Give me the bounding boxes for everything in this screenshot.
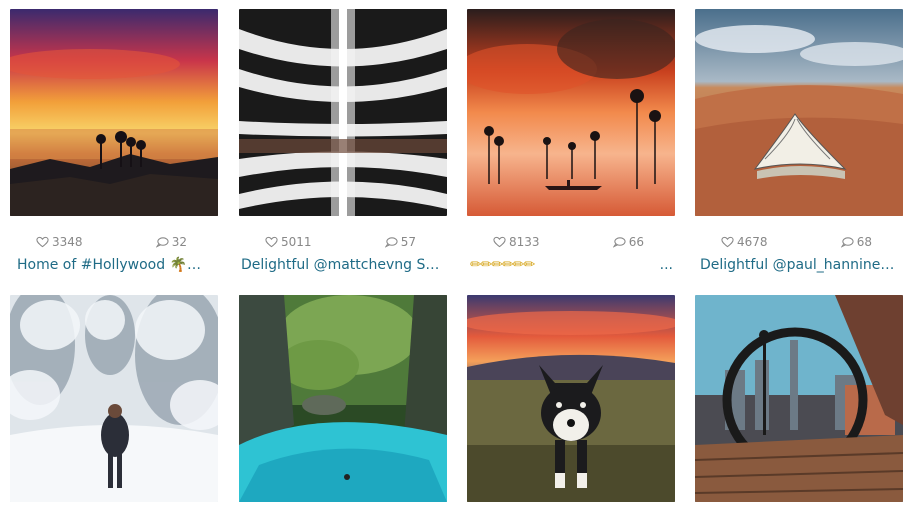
- like-count[interactable]: 8133: [493, 235, 540, 249]
- post-image-sunset-city[interactable]: [10, 9, 218, 216]
- post-image-desert-book[interactable]: [695, 9, 903, 216]
- like-count[interactable]: 3348: [36, 235, 83, 249]
- like-count[interactable]: 5011: [265, 235, 312, 249]
- caption-ellipsis: ...: [659, 257, 673, 273]
- post-image-red-sky-lake[interactable]: [467, 9, 675, 216]
- heart-icon: [265, 236, 278, 248]
- post-caption[interactable]: Home of #Hollywood 🌴🌴 vi...: [17, 255, 218, 275]
- post-image-turquoise-canyon[interactable]: [239, 295, 447, 502]
- like-count[interactable]: 4678: [721, 235, 768, 249]
- post-image-snow-forest[interactable]: [10, 295, 218, 502]
- heart-icon: [493, 236, 506, 248]
- post-caption[interactable]: Delightful @paul_hanninen S...: [700, 255, 903, 275]
- post-image-bench-circle-city[interactable]: [695, 295, 903, 502]
- comment-count[interactable]: 32: [155, 235, 187, 249]
- comment-bubble-icon: [155, 237, 169, 248]
- comment-count[interactable]: 68: [840, 235, 872, 249]
- post-caption[interactable]: Delightful @mattchevng Selec...: [241, 255, 447, 275]
- comment-count[interactable]: 66: [612, 235, 644, 249]
- comment-count[interactable]: 57: [384, 235, 416, 249]
- comment-bubble-icon: [840, 237, 854, 248]
- comment-bubble-icon: [612, 237, 626, 248]
- photo-grid: 3348 32 Home of #Hollywood 🌴🌴 vi... 5011…: [0, 0, 915, 510]
- post-image-atrium[interactable]: [239, 9, 447, 216]
- post-caption[interactable]: ✏✏✏✏✏✏: [470, 255, 620, 275]
- heart-icon: [721, 236, 734, 248]
- comment-bubble-icon: [384, 237, 398, 248]
- post-image-husky-sunset[interactable]: [467, 295, 675, 502]
- heart-icon: [36, 236, 49, 248]
